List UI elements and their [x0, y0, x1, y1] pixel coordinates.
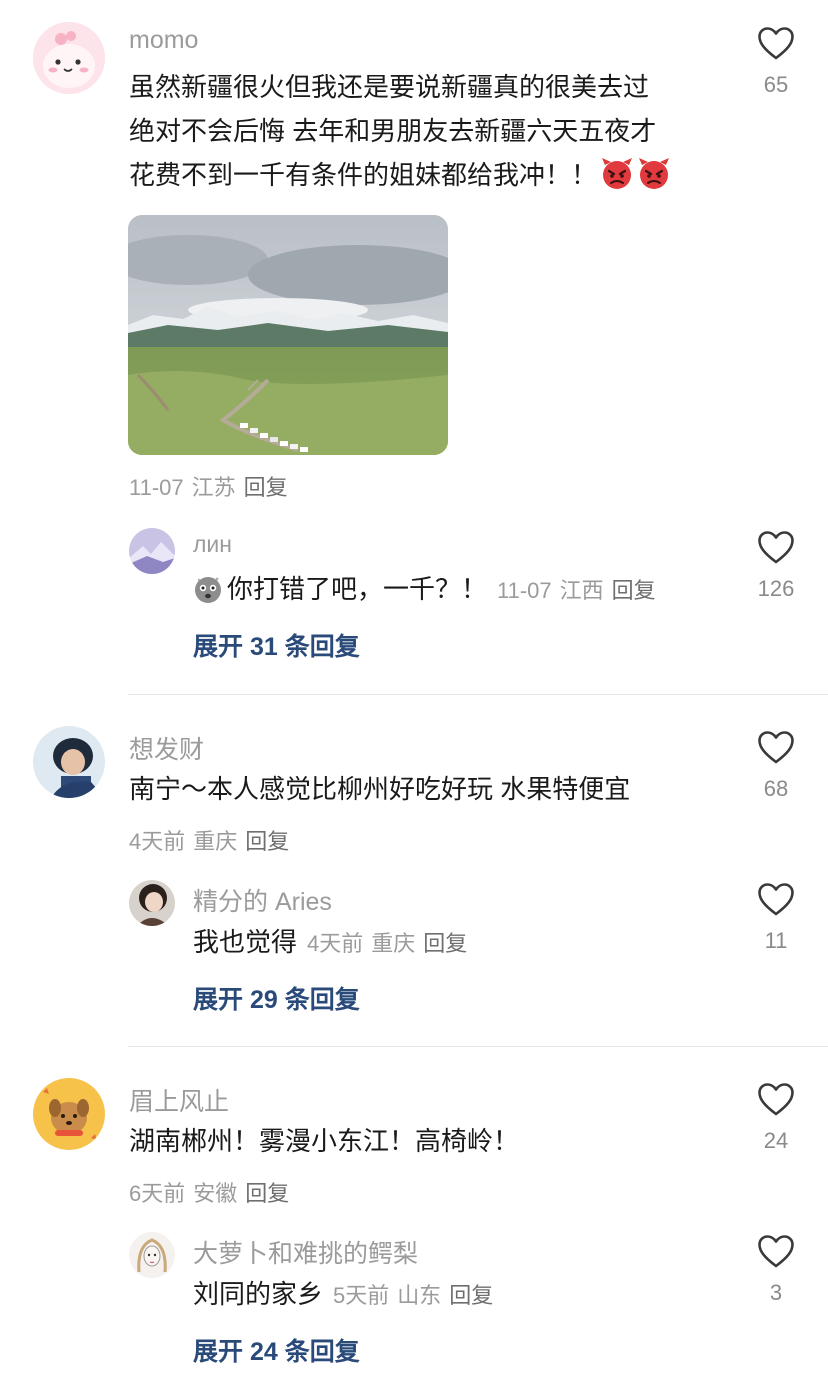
- like-button[interactable]: 68: [746, 731, 806, 802]
- heart-outline-icon: [758, 1235, 794, 1268]
- reply-meta: 11-07 江西 回复: [497, 578, 664, 603]
- expand-replies-button[interactable]: 展开 29 条回复: [193, 980, 360, 1016]
- reply-username[interactable]: 精分的 Aries: [193, 882, 332, 918]
- reply-date: 11-07: [497, 578, 552, 603]
- reply-text: 你打错了吧，一千？！ 11-07 江西 回复: [193, 565, 664, 615]
- avatar-pink-creature-icon: [33, 22, 105, 94]
- avatar-person-icon: [33, 726, 105, 798]
- reply-location: 重庆: [371, 931, 416, 956]
- comment-date: 4天前: [129, 829, 186, 854]
- divider: [128, 694, 828, 695]
- expand-replies-button[interactable]: 展开 31 条回复: [193, 627, 360, 663]
- comment-username[interactable]: 想发财: [129, 730, 204, 766]
- comment-item: momo 虽然新疆很火但我还是要说新疆真的很美去过 绝对不会后悔 去年和男朋友去…: [0, 0, 828, 690]
- like-count: 68: [763, 776, 789, 801]
- comment-meta: 4天前 重庆 回复: [129, 824, 297, 856]
- heart-outline-icon: [758, 27, 794, 60]
- comment-text-line: 绝对不会后悔 去年和男朋友去新疆六天五夜才: [129, 116, 657, 146]
- like-button[interactable]: 126: [746, 531, 806, 602]
- comment-username[interactable]: 眉上风止: [129, 1082, 229, 1118]
- reply-text: 刘同的家乡 5天前 山东 回复: [193, 1270, 501, 1320]
- reply-button[interactable]: 回复: [423, 931, 467, 956]
- reply-date: 4天前: [307, 931, 364, 956]
- angry-devil-emoji-icon: [600, 156, 634, 190]
- reply-text-content: 你打错了吧，一千？！: [227, 574, 488, 604]
- reply-meta: 5天前 山东 回复: [333, 1283, 501, 1308]
- like-count: 65: [763, 72, 789, 97]
- dust-face-emoji-icon: [193, 574, 223, 604]
- avatar[interactable]: [33, 22, 105, 94]
- avatar[interactable]: [129, 880, 175, 926]
- avatar[interactable]: [129, 528, 175, 574]
- comment-text: 南宁～本人感觉比柳州好吃好玩 水果特便宜: [129, 774, 631, 804]
- reply-button[interactable]: 回复: [612, 578, 656, 603]
- avatar-cartoon-dog-icon: [33, 1078, 105, 1150]
- comment-username[interactable]: momo: [129, 26, 198, 55]
- comment-item: 想发财 南宁～本人感觉比柳州好吃好玩 水果特便宜 4天前 重庆 回复 68 精分的 …: [0, 700, 828, 1045]
- reply-button[interactable]: 回复: [244, 475, 288, 500]
- comment-meta: 6天前 安徽 回复: [129, 1176, 297, 1208]
- expand-replies-button[interactable]: 展开 24 条回复: [193, 1332, 360, 1368]
- reply-location: 江西: [559, 578, 604, 603]
- divider: [128, 1046, 828, 1047]
- comment-text-segment: 花费不到一千有条件的姐妹都给我冲！！: [129, 160, 598, 190]
- like-button[interactable]: 11: [746, 883, 806, 954]
- reply-text-content: 刘同的家乡: [193, 1279, 324, 1309]
- avatar[interactable]: [129, 1232, 175, 1278]
- avatar[interactable]: [33, 1078, 105, 1150]
- comment-date: 11-07: [129, 475, 184, 500]
- avatar[interactable]: [33, 726, 105, 798]
- reply-text: 我也觉得 4天前 重庆 回复: [193, 918, 475, 968]
- reply-button[interactable]: 回复: [245, 829, 289, 854]
- like-count: 126: [757, 576, 795, 601]
- avatar-landscape-icon: [129, 528, 175, 574]
- like-button[interactable]: 24: [746, 1083, 806, 1154]
- reply-text-content: 我也觉得: [193, 927, 298, 957]
- angry-devil-emoji-icon: [637, 156, 671, 190]
- reply-username[interactable]: 大萝卜和难挑的鳄梨: [193, 1234, 418, 1270]
- reply-date: 5天前: [333, 1283, 390, 1308]
- heart-outline-icon: [758, 1083, 794, 1116]
- like-count: 3: [769, 1280, 783, 1305]
- reply-button[interactable]: 回复: [449, 1283, 493, 1308]
- comment-location: 安徽: [193, 1181, 238, 1206]
- comment-location: 江苏: [191, 475, 236, 500]
- like-button[interactable]: 3: [746, 1235, 806, 1306]
- like-count: 11: [764, 928, 788, 953]
- landscape-photo-icon: [128, 215, 448, 455]
- like-button[interactable]: 65: [746, 27, 806, 98]
- avatar-person-icon: [129, 880, 175, 926]
- comment-text-line: 虽然新疆很火但我还是要说新疆真的很美去过: [129, 72, 650, 102]
- heart-outline-icon: [758, 531, 794, 564]
- comment-location: 重庆: [193, 829, 238, 854]
- comment-text: 湖南郴州！雾漫小东江！高椅岭！: [129, 1126, 520, 1156]
- reply-meta: 4天前 重庆 回复: [307, 931, 475, 956]
- reply-location: 山东: [397, 1283, 442, 1308]
- avatar-sketch-girl-icon: [129, 1232, 175, 1278]
- reply-username[interactable]: лин: [193, 531, 232, 558]
- comment-meta: 11-07 江苏 回复: [129, 470, 296, 502]
- comment-item: 眉上风止 湖南郴州！雾漫小东江！高椅岭！ 6天前 安徽 回复 24 大萝卜和难挑的鳄…: [0, 1052, 828, 1397]
- reply-button[interactable]: 回复: [245, 1181, 289, 1206]
- comment-date: 6天前: [129, 1181, 186, 1206]
- comment-text-line: 花费不到一千有条件的姐妹都给我冲！！: [129, 151, 671, 199]
- comment-photo[interactable]: [128, 215, 448, 455]
- heart-outline-icon: [758, 731, 794, 764]
- heart-outline-icon: [758, 883, 794, 916]
- like-count: 24: [763, 1128, 789, 1153]
